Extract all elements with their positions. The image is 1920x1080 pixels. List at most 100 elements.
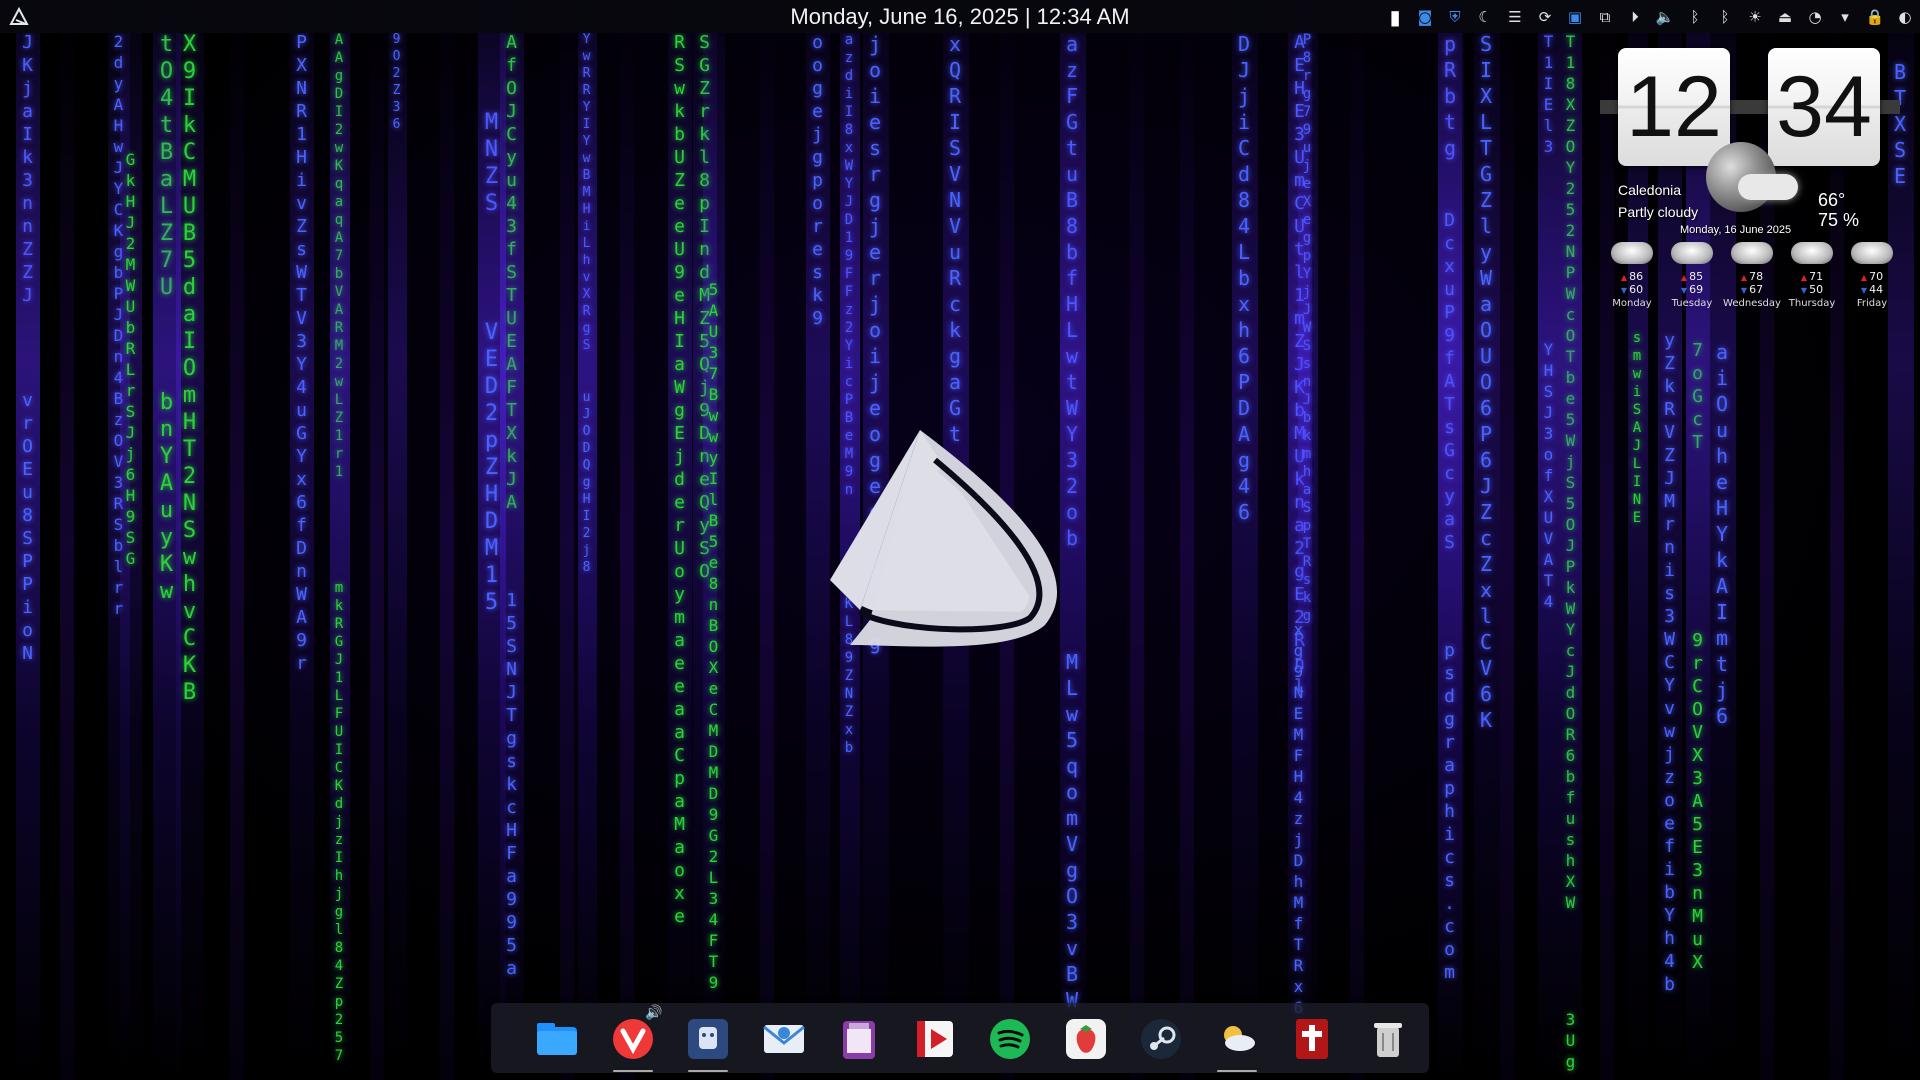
trash[interactable] (1364, 1015, 1412, 1063)
media-icon[interactable]: ⏵ (1624, 6, 1646, 28)
weather-location: Caledonia (1618, 182, 1682, 198)
video-player[interactable] (911, 1015, 959, 1063)
forecast-high: 78 (1722, 270, 1782, 283)
note-icon[interactable]: ▮ (1384, 5, 1406, 29)
rain-column: MLw5qomVgO3vBW (1060, 650, 1084, 1014)
cloud-icon (1611, 242, 1653, 264)
screenshot-icon[interactable]: ◙ (1414, 6, 1436, 28)
rain-column: 9rCOVX3A5E3nMuX (1687, 630, 1708, 975)
rain-beam (560, 0, 574, 1080)
sync-icon[interactable]: ⟳ (1534, 6, 1556, 28)
cloud-icon (1791, 242, 1833, 264)
rain-column: DJjiCd84Lbxh6PDAg46 (1232, 32, 1256, 526)
forecast-day: 7867 Wednesday (1722, 242, 1782, 309)
forecast-day: 7150 Thursday (1782, 242, 1842, 309)
rain-column: PXNR1HivZsWTV3Y4uGYx6fDnWA9r (291, 32, 312, 676)
dock: 🔊 (491, 1003, 1429, 1073)
running-indicator (688, 1070, 728, 1072)
weather-temperature: 66° (1818, 190, 1846, 210)
virtualbox-icon[interactable]: ▣ (1564, 6, 1586, 28)
bluetooth-2-icon[interactable]: ᛒ (1714, 6, 1736, 28)
rain-column: SIXLTGZlyWaOUO6P6JZcZxlCV6K (1474, 32, 1498, 734)
cloud-icon (1738, 174, 1798, 200)
clock-weather-widget[interactable]: 12 34 Caledonia Partly cloudy 66° 75 % M… (1600, 42, 1900, 332)
forecast-day-name: Thursday (1788, 298, 1836, 309)
volume-icon[interactable]: 🔈 (1654, 6, 1676, 28)
rain-column: psdgraphics.com (1439, 640, 1460, 985)
speaker-icon: 🔊 (645, 1005, 663, 1021)
vivaldi-icon (612, 1019, 653, 1059)
panel-datetime[interactable]: Monday, June 16, 2025 | 12:34 AM (790, 4, 1129, 29)
distro-logo-icon[interactable] (8, 6, 30, 28)
rain-column: smwiSAJLINE (1629, 330, 1645, 528)
forecast-day: 7044 Friday (1842, 242, 1902, 309)
bible-app[interactable] (1288, 1015, 1336, 1063)
rain-column: YHSJ3ofXUVAT4 (1539, 340, 1558, 613)
dropdown-icon[interactable]: ▾ (1834, 6, 1856, 28)
rain-column: mkRGJ1LFUICKdjzIhjgl84Zp257 (331, 580, 347, 1066)
forecast-day-name: Wednesday (1723, 298, 1781, 309)
weather-date: Monday, 16 June 2025 (1680, 224, 1792, 236)
night-light-icon[interactable]: ☾ (1474, 6, 1496, 28)
rain-column: X9IkCMUB5daIOmHT2NSwhvCKB (177, 32, 202, 707)
flip-minute: 34 (1768, 48, 1880, 166)
clipboard-icon[interactable]: ☰ (1504, 6, 1526, 28)
rain-column: 5AU37BwwyIlB5e8nBOXeCMDMD9G2L34FT9 (704, 280, 723, 994)
forecast-low: 44 (1842, 283, 1902, 296)
vivaldi-browser[interactable]: 🔊 (609, 1005, 663, 1072)
steam-app[interactable] (1137, 1015, 1185, 1063)
rain-beam (1180, 0, 1194, 1080)
forecast-day: 8660 Monday (1602, 242, 1662, 309)
files-app[interactable] (533, 1015, 581, 1063)
strawberry-player[interactable] (1062, 1015, 1110, 1063)
forecast-day-name: Tuesday (1671, 298, 1713, 309)
session-icon[interactable]: ◐ (1894, 6, 1916, 28)
rain-column: GkHJ2MWUbRLrSJj6H9SG (121, 150, 140, 570)
lock-icon[interactable]: 🔒 (1864, 6, 1886, 28)
mail-icon (762, 1025, 805, 1053)
rain-beam (1560, 0, 1582, 1080)
mail-app[interactable] (760, 1015, 808, 1063)
rain-beam (760, 0, 774, 1080)
bitwarden-icon (688, 1019, 728, 1059)
rain-beam (1130, 0, 1144, 1080)
bluetooth-icon[interactable]: ᛒ (1684, 6, 1706, 28)
brightness-icon[interactable]: ☀ (1744, 6, 1766, 28)
folder-icon (537, 1023, 577, 1055)
forecast-day-name: Monday (1612, 298, 1652, 309)
rain-column: VED2pZHDM15 (479, 320, 504, 617)
weather-app[interactable] (1213, 1015, 1261, 1072)
rain-column: xg9NEMFH4zjDhMfTRx6r (1289, 620, 1308, 1040)
cloud-icon (1671, 242, 1713, 264)
forecast-low: 60 (1602, 283, 1662, 296)
disk-app[interactable] (835, 1015, 883, 1063)
rain-beam (370, 0, 384, 1080)
rain-beam (620, 0, 634, 1080)
rain-column: vrOEu8SPPioN (17, 390, 38, 666)
spotify-app[interactable] (986, 1015, 1034, 1063)
forecast-day: 8569 Tuesday (1662, 242, 1722, 309)
rain-column: bnYAuyKw (154, 390, 179, 606)
drive-icon[interactable]: ⏏ (1774, 6, 1796, 28)
forecast-high: 85 (1662, 270, 1722, 283)
top-panel: Monday, June 16, 2025 | 12:34 AM ▮ ◙ ⛨ ☾ ☰ ⟳ ▣… (0, 0, 1920, 33)
rain-beam (440, 0, 454, 1080)
rain-beam (60, 0, 74, 1080)
forecast-low: 67 (1722, 283, 1782, 296)
rain-column: uJODQgHI2j8 (579, 390, 594, 577)
wifi-icon[interactable]: ◔ (1804, 6, 1826, 28)
rain-column: xQRISVNVuRckgaGt (943, 32, 967, 448)
rain-column: 15SNJTgskcHFa995a (501, 590, 522, 981)
bitwarden-app[interactable] (684, 1015, 732, 1072)
forecast-high: 86 (1602, 270, 1662, 283)
running-indicator (612, 1070, 653, 1072)
archive-icon (843, 1021, 875, 1059)
window-icon[interactable]: ⧉ (1594, 6, 1616, 28)
rain-column: yZkRVZJMrnis3WCYvwjzoefibYh4b (1659, 330, 1680, 997)
rain-column: aiOuheHYkAImtj6 (1710, 340, 1734, 730)
shield-icon[interactable]: ⛨ (1444, 6, 1466, 28)
play-icon (916, 1021, 953, 1057)
rain-beam (388, 0, 407, 1080)
rain-column: 3Ug (1561, 1010, 1580, 1073)
rain-beam (230, 0, 244, 1080)
